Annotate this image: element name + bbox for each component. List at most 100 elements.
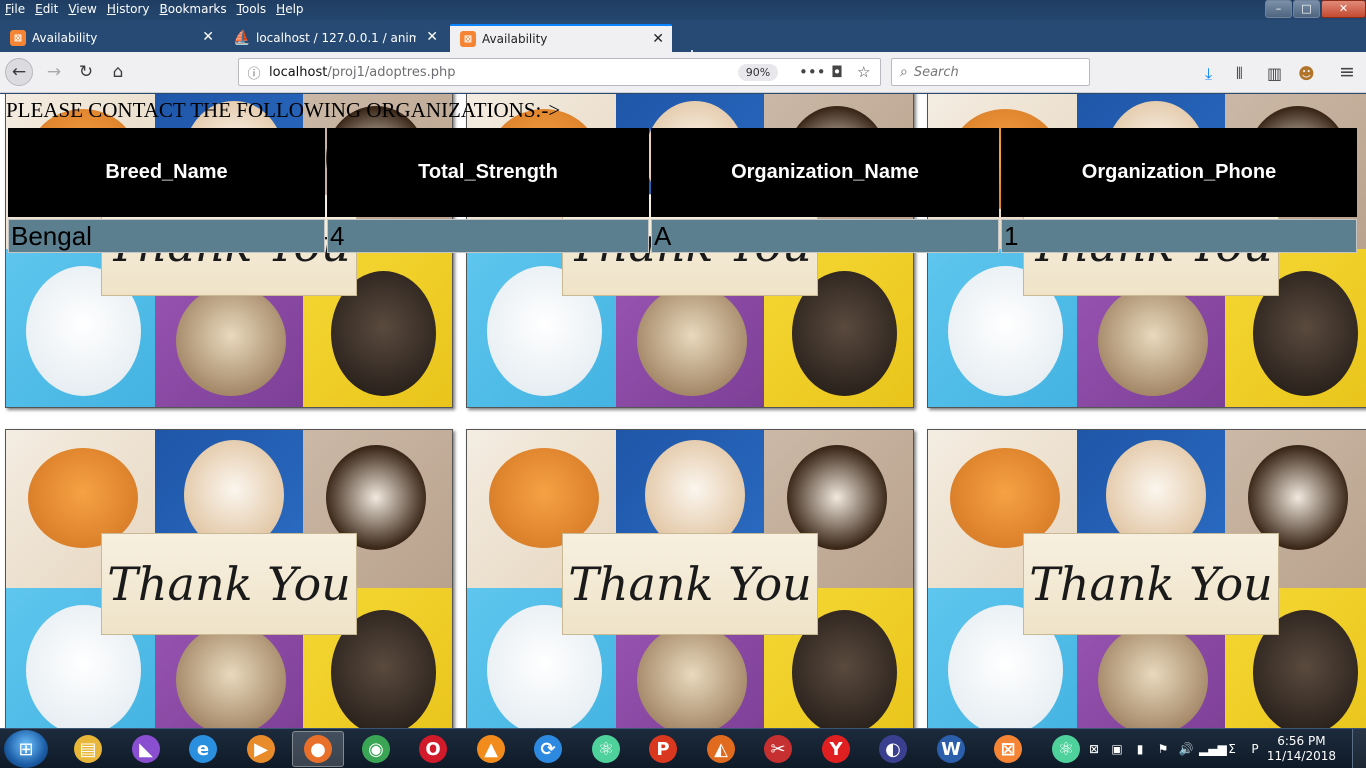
menu-edit[interactable]: Edit — [30, 2, 63, 16]
tray-icon[interactable]: P — [1245, 742, 1265, 756]
forward-button[interactable]: → — [40, 58, 68, 86]
taskbar-yandex[interactable]: Y — [810, 731, 862, 767]
taskbar-chrome[interactable]: ◉ — [350, 731, 402, 767]
menu-help[interactable]: Help — [271, 2, 308, 16]
taskbar-opera[interactable]: O — [407, 731, 459, 767]
thank-you-banner: Thank You — [101, 533, 357, 635]
close-tab-icon[interactable]: ✕ — [426, 29, 438, 45]
hamburger-menu-icon[interactable]: ≡ — [1339, 61, 1355, 83]
download-icon[interactable]: ⤓ — [1205, 64, 1212, 84]
table-header-row: Breed_Name Total_Strength Organization_N… — [8, 128, 1357, 217]
pet-face — [637, 286, 747, 396]
sync-app-icon: ⟳ — [534, 735, 562, 763]
tab-availability-active[interactable]: ⊠ Availability ✕ — [450, 24, 672, 52]
tray-icon[interactable]: 🔊 — [1176, 742, 1196, 756]
firefox-icon: ● — [304, 735, 332, 763]
menu-bar: File Edit View History Bookmarks Tools H… — [0, 2, 309, 16]
window-title-bar: File Edit View History Bookmarks Tools H… — [0, 0, 1366, 20]
back-button[interactable]: ← — [5, 58, 33, 86]
yandex-icon: Y — [822, 735, 850, 763]
taskbar-eclipse[interactable]: ◐ — [867, 731, 919, 767]
media-player-icon: ▶ — [247, 735, 275, 763]
clock[interactable]: 6:56 PM 11/14/2018 — [1267, 734, 1336, 764]
tray-icon[interactable]: ▂▄▆ — [1199, 742, 1227, 756]
column-header-organization-phone: Organization_Phone — [1001, 128, 1357, 217]
taskbar-media-player[interactable]: ▶ — [235, 731, 287, 767]
cell-organization-name: A — [651, 219, 999, 253]
close-tab-icon[interactable]: ✕ — [202, 29, 214, 45]
close-window-button[interactable]: ✕ — [1321, 0, 1366, 18]
addon-icon[interactable]: ☻ — [1298, 64, 1315, 83]
taskbar-sync-app[interactable]: ⟳ — [522, 731, 574, 767]
sidebar-icon[interactable]: ▥ — [1267, 64, 1282, 83]
snipping-tool-icon: ✂ — [764, 735, 792, 763]
page-content: Thank YouThank YouThank YouThank YouThan… — [0, 94, 1366, 728]
internet-explorer-icon: e — [189, 735, 217, 763]
close-tab-icon[interactable]: ✕ — [652, 31, 664, 47]
tab-title: Availability — [482, 32, 548, 46]
start-button[interactable]: ⊞ — [4, 730, 48, 768]
thank-you-pets-image: Thank You — [927, 429, 1366, 728]
taskbar-vlc[interactable]: ▲ — [465, 731, 517, 767]
taskbar-matlab[interactable]: ◭ — [695, 731, 747, 767]
tab-phpmyadmin[interactable]: ⛵ localhost / 127.0.0.1 / animals / ✕ — [224, 24, 446, 52]
pet-face — [176, 625, 286, 728]
tab-title: localhost / 127.0.0.1 / animals / — [256, 31, 416, 45]
taskbar-postman[interactable]: P — [637, 731, 689, 767]
taskbar-atom[interactable]: ⚛ — [580, 731, 632, 767]
pet-face — [1098, 625, 1208, 728]
menu-file[interactable]: File — [0, 2, 30, 16]
taskbar-internet-explorer[interactable]: e — [177, 731, 229, 767]
chrome-icon: ◉ — [362, 735, 390, 763]
menu-bookmarks[interactable]: Bookmarks — [155, 2, 232, 16]
pet-face — [176, 286, 286, 396]
xampp-icon: ⊠ — [10, 30, 26, 46]
pet-face — [1098, 286, 1208, 396]
site-info-icon[interactable]: ⓘ — [239, 63, 269, 82]
window-controls: – □ ✕ — [1264, 0, 1366, 18]
taskbar-visual-studio[interactable]: ◣ — [120, 731, 172, 767]
taskbar-firefox[interactable]: ● — [292, 731, 344, 767]
tray-icon[interactable]: ⊠ — [1084, 742, 1104, 756]
column-header-organization-name: Organization_Name — [651, 128, 999, 217]
maximize-button[interactable]: □ — [1293, 0, 1320, 18]
minimize-button[interactable]: – — [1265, 0, 1292, 18]
thank-you-pets-image: Thank You — [5, 429, 453, 728]
xampp-icon: ⊠ — [460, 31, 476, 47]
search-icon: ⌕ — [900, 64, 908, 80]
postman-icon: P — [649, 735, 677, 763]
library-icon[interactable]: ⫴ — [1236, 64, 1243, 84]
visual-studio-icon: ◣ — [132, 735, 160, 763]
tray-icon[interactable]: Σ — [1222, 742, 1242, 756]
thank-you-banner: Thank You — [562, 533, 818, 635]
home-button[interactable]: ⌂ — [104, 58, 132, 86]
tray-icon[interactable]: ▮ — [1130, 742, 1150, 756]
clock-date: 11/14/2018 — [1266, 749, 1336, 763]
pocket-icon[interactable]: ◘ — [831, 63, 843, 81]
tab-title: Availability — [32, 31, 98, 45]
menu-history[interactable]: History — [102, 2, 155, 16]
menu-view[interactable]: View — [63, 2, 101, 16]
tray-icon[interactable]: ▣ — [1107, 742, 1127, 756]
pet-face — [637, 625, 747, 728]
search-input[interactable]: ⌕ Search — [891, 58, 1090, 86]
opera-icon: O — [419, 735, 447, 763]
taskbar-file-explorer[interactable]: ▤ — [62, 731, 114, 767]
bookmark-star-icon[interactable]: ☆ — [857, 63, 870, 81]
taskbar-snipping-tool[interactable]: ✂ — [752, 731, 804, 767]
menu-tools[interactable]: Tools — [232, 2, 272, 16]
tab-availability-1[interactable]: ⊠ Availability ✕ — [0, 24, 222, 52]
url-bar[interactable]: ⓘ localhost/proj1/adoptres.php 90% ••• ◘… — [238, 58, 881, 86]
reload-button[interactable]: ↻ — [72, 58, 100, 86]
zoom-indicator[interactable]: 90% — [738, 64, 778, 81]
column-header-total-strength: Total_Strength — [327, 128, 649, 217]
url-host: localhost — [269, 64, 328, 80]
page-actions-icon[interactable]: ••• — [799, 63, 826, 81]
taskbar-word[interactable]: W — [925, 731, 977, 767]
atom-icon: ⚛ — [592, 735, 620, 763]
column-header-breed: Breed_Name — [8, 128, 325, 217]
show-desktop-button[interactable] — [1352, 729, 1366, 768]
taskbar-xampp[interactable]: ⊠ — [982, 731, 1034, 767]
search-placeholder: Search — [913, 64, 959, 80]
tray-icon[interactable]: ⚑ — [1153, 742, 1173, 756]
